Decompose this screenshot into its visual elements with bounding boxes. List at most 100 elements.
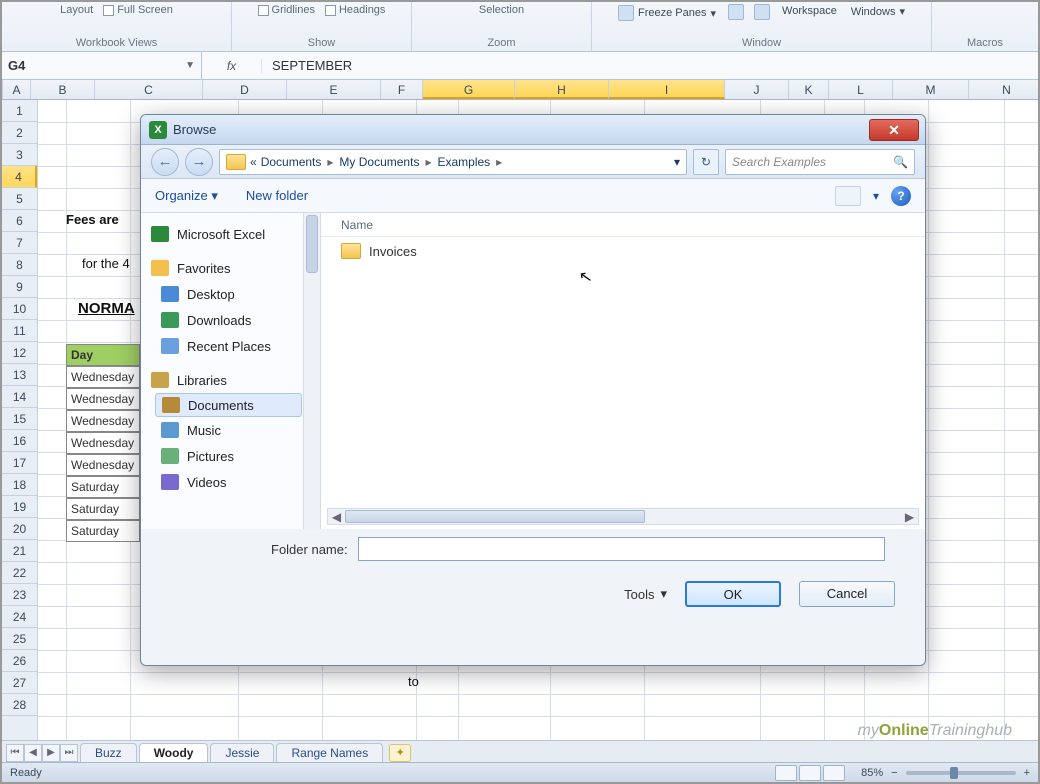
- row-header-19[interactable]: 19: [2, 496, 37, 518]
- table-cell-day[interactable]: Wednesday: [66, 410, 140, 432]
- view-mode-buttons[interactable]: [775, 765, 845, 781]
- fx-button[interactable]: fx: [202, 59, 262, 73]
- table-cell-day[interactable]: Wednesday: [66, 366, 140, 388]
- breadcrumb-item[interactable]: My Documents: [339, 155, 419, 169]
- row-header-24[interactable]: 24: [2, 606, 37, 628]
- row-header-2[interactable]: 2: [2, 122, 37, 144]
- formula-input[interactable]: SEPTEMBER: [262, 58, 1038, 73]
- layout-button[interactable]: Layout: [60, 4, 93, 16]
- switch-windows-button[interactable]: Windows ▾: [849, 4, 907, 19]
- forward-button[interactable]: →: [185, 148, 213, 176]
- column-header-K[interactable]: K: [789, 80, 829, 99]
- column-header-D[interactable]: D: [203, 80, 287, 99]
- chevron-down-icon[interactable]: ▾: [873, 189, 879, 203]
- save-workspace-button[interactable]: Workspace: [780, 4, 839, 18]
- nav-scrollbar[interactable]: [303, 213, 320, 529]
- nav-desktop[interactable]: Desktop: [141, 281, 320, 307]
- row-header-11[interactable]: 11: [2, 320, 37, 342]
- full-screen-checkbox[interactable]: Full Screen: [103, 4, 173, 16]
- navigation-pane[interactable]: Microsoft Excel Favorites Desktop Downlo…: [141, 213, 321, 529]
- table-cell-day[interactable]: Wednesday: [66, 388, 140, 410]
- back-button[interactable]: ←: [151, 148, 179, 176]
- breadcrumb[interactable]: « Documents▸ My Documents▸ Examples▸ ▾: [219, 149, 687, 175]
- row-header-9[interactable]: 9: [2, 276, 37, 298]
- arrange-icon[interactable]: [754, 4, 770, 20]
- next-tab-icon[interactable]: ▶: [42, 744, 60, 762]
- file-list-pane[interactable]: Name Invoices ↖ ◀ ▶: [321, 213, 925, 529]
- nav-libraries[interactable]: Libraries: [141, 367, 320, 393]
- view-options-button[interactable]: [835, 186, 861, 206]
- sheet-tab-range-names[interactable]: Range Names: [276, 743, 383, 762]
- column-header-C[interactable]: C: [95, 80, 203, 99]
- prev-tab-icon[interactable]: ◀: [24, 744, 42, 762]
- column-header-E[interactable]: E: [287, 80, 381, 99]
- last-tab-icon[interactable]: ⏭: [60, 744, 78, 762]
- row-header-27[interactable]: 27: [2, 672, 37, 694]
- breadcrumb-item[interactable]: Documents: [261, 155, 322, 169]
- chevron-down-icon[interactable]: ▼: [185, 60, 195, 71]
- scroll-left-icon[interactable]: ◀: [328, 510, 345, 524]
- row-header-7[interactable]: 7: [2, 232, 37, 254]
- nav-videos[interactable]: Videos: [141, 469, 320, 495]
- new-sheet-button[interactable]: ✦: [389, 744, 411, 762]
- row-header-23[interactable]: 23: [2, 584, 37, 606]
- search-input[interactable]: Search Examples 🔍: [725, 149, 915, 175]
- column-header-F[interactable]: F: [381, 80, 423, 99]
- column-header-H[interactable]: H: [515, 80, 609, 99]
- row-header-13[interactable]: 13: [2, 364, 37, 386]
- column-header-M[interactable]: M: [893, 80, 969, 99]
- zoom-slider[interactable]: [906, 771, 1016, 775]
- row-header-10[interactable]: 10: [2, 298, 37, 320]
- row-header-22[interactable]: 22: [2, 562, 37, 584]
- chevron-down-icon[interactable]: ▾: [674, 155, 680, 169]
- column-header-J[interactable]: J: [725, 80, 789, 99]
- row-header-6[interactable]: 6: [2, 210, 37, 232]
- table-cell-day[interactable]: Wednesday: [66, 454, 140, 476]
- zoom-level[interactable]: 85%: [861, 767, 883, 779]
- refresh-button[interactable]: ↻: [693, 149, 719, 175]
- folder-name-input[interactable]: [358, 537, 885, 561]
- sheet-tab-buzz[interactable]: Buzz: [80, 743, 137, 762]
- nav-excel[interactable]: Microsoft Excel: [141, 221, 320, 247]
- first-tab-icon[interactable]: ⏮: [6, 744, 24, 762]
- row-header-25[interactable]: 25: [2, 628, 37, 650]
- freeze-panes-button[interactable]: Freeze Panes ▾: [616, 4, 718, 22]
- split-icon[interactable]: [728, 4, 744, 20]
- nav-music[interactable]: Music: [141, 417, 320, 443]
- sheet-tab-jessie[interactable]: Jessie: [210, 743, 274, 762]
- nav-favorites[interactable]: Favorites: [141, 255, 320, 281]
- tab-nav-buttons[interactable]: ⏮ ◀ ▶ ⏭: [6, 744, 78, 762]
- row-header-12[interactable]: 12: [2, 342, 37, 364]
- nav-recent[interactable]: Recent Places: [141, 333, 320, 359]
- nav-documents[interactable]: Documents: [155, 393, 302, 417]
- row-header-15[interactable]: 15: [2, 408, 37, 430]
- row-header-5[interactable]: 5: [2, 188, 37, 210]
- column-header-L[interactable]: L: [829, 80, 893, 99]
- nav-downloads[interactable]: Downloads: [141, 307, 320, 333]
- row-header-26[interactable]: 26: [2, 650, 37, 672]
- gridlines-checkbox[interactable]: Gridlines: [258, 4, 315, 16]
- horizontal-scrollbar[interactable]: ◀ ▶: [327, 508, 919, 525]
- table-cell-day[interactable]: Saturday: [66, 498, 140, 520]
- close-button[interactable]: ✕: [869, 119, 919, 141]
- column-header-N[interactable]: N: [969, 80, 1040, 99]
- dialog-titlebar[interactable]: X Browse ✕: [141, 115, 925, 145]
- zoom-out-button[interactable]: −: [891, 767, 897, 779]
- name-box[interactable]: G4 ▼: [2, 52, 202, 79]
- organize-button[interactable]: Organize ▾: [155, 188, 218, 204]
- row-header-21[interactable]: 21: [2, 540, 37, 562]
- file-item-invoices[interactable]: Invoices: [321, 237, 925, 265]
- ok-button[interactable]: OK: [685, 581, 781, 607]
- column-header-I[interactable]: I: [609, 80, 725, 99]
- row-header-1[interactable]: 1: [2, 100, 37, 122]
- table-cell-day[interactable]: Wednesday: [66, 432, 140, 454]
- scroll-right-icon[interactable]: ▶: [901, 510, 918, 524]
- zoom-in-button[interactable]: +: [1024, 767, 1030, 779]
- row-header-3[interactable]: 3: [2, 144, 37, 166]
- breadcrumb-item[interactable]: Examples: [437, 155, 490, 169]
- sheet-tab-woody[interactable]: Woody: [139, 743, 209, 762]
- column-header-name[interactable]: Name: [321, 213, 925, 237]
- new-folder-button[interactable]: New folder: [246, 188, 308, 204]
- cancel-button[interactable]: Cancel: [799, 581, 895, 607]
- row-header-4[interactable]: 4: [2, 166, 37, 188]
